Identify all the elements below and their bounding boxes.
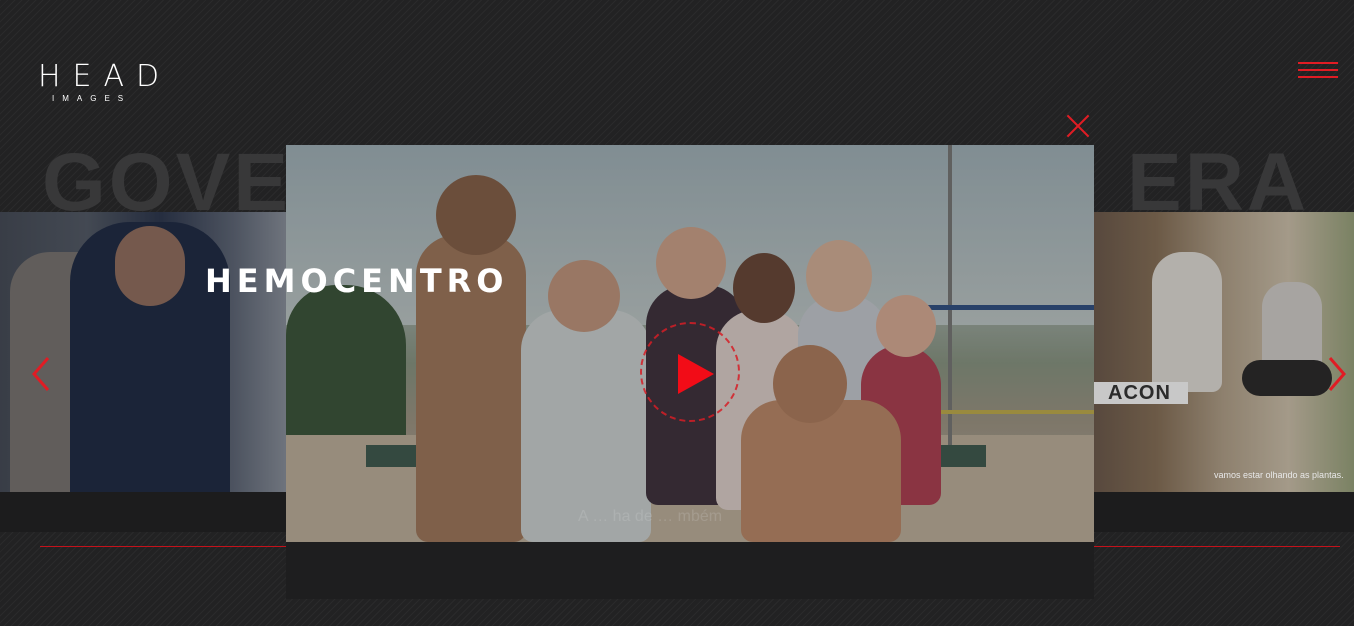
logo-subtext: IMAGES [52, 94, 132, 103]
menu-button[interactable] [1298, 62, 1340, 80]
play-icon [678, 354, 714, 394]
chevron-left-icon [32, 357, 50, 391]
slide-label: ACON [1094, 382, 1188, 404]
hamburger-menu-icon-line [1298, 62, 1338, 64]
slide-overlay [1092, 212, 1354, 492]
slide-subtitle: vamos estar olhando as plantas. [1214, 470, 1344, 480]
video-subtitle: A … ha de … mbém [578, 508, 723, 525]
close-icon[interactable] [1066, 114, 1090, 138]
hamburger-menu-icon-line [1298, 69, 1338, 71]
hamburger-menu-icon-line [1298, 76, 1338, 78]
head-images-logo[interactable]: HEAD IMAGES [38, 62, 178, 108]
chevron-right-icon [1328, 357, 1346, 391]
slide-overlay [0, 212, 290, 492]
slide-next[interactable] [1092, 212, 1354, 492]
logo-wordmark: HEAD [38, 59, 172, 94]
play-button[interactable] [640, 322, 740, 422]
video-title: HEMOCENTRO [205, 262, 509, 300]
slider-prev-button[interactable] [30, 356, 52, 392]
slide-previous[interactable] [0, 212, 290, 492]
slider-next-button[interactable] [1326, 356, 1348, 392]
